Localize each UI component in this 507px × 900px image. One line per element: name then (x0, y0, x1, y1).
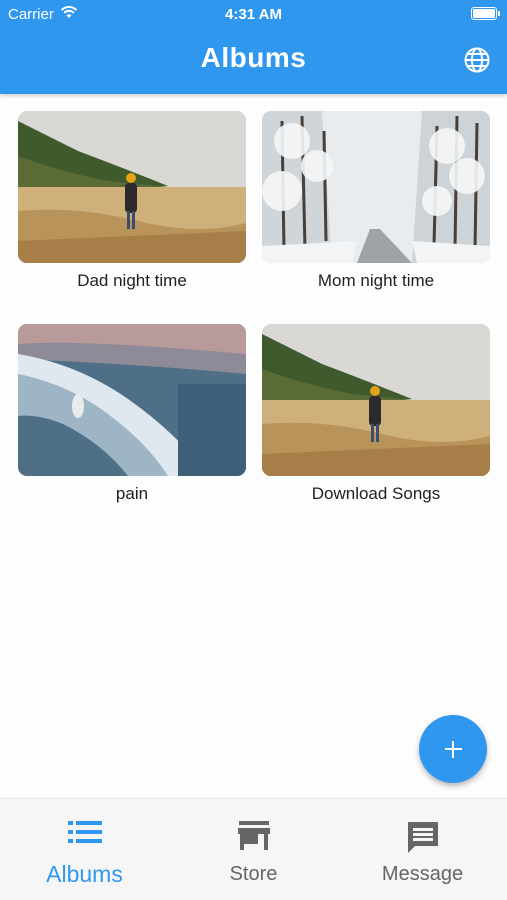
album-title: Mom night time (317, 271, 435, 290)
album-card-pain[interactable]: pain (18, 324, 246, 504)
message-icon (407, 822, 438, 853)
status-time: 4:31 AM (225, 6, 282, 23)
globe-icon[interactable] (463, 46, 491, 74)
page-title: Albums (200, 42, 307, 73)
album-card-mom-night-time[interactable]: Mom night time (262, 111, 490, 291)
album-card-download-songs[interactable]: Download Songs (262, 324, 490, 504)
list-icon (67, 821, 102, 843)
album-cover-image (262, 111, 490, 263)
nav-item-store[interactable]: Store (169, 799, 338, 900)
album-card-dad-night-time[interactable]: Dad night time (18, 111, 246, 291)
nav-label: Message (381, 863, 464, 885)
nav-label: Store (229, 863, 278, 885)
nav-item-albums[interactable]: Albums (0, 799, 169, 900)
status-bar: Carrier 4:31 AM (0, 0, 507, 28)
album-title: Download Songs (311, 484, 441, 503)
album-cover-image (262, 324, 490, 476)
add-album-button[interactable] (419, 715, 487, 783)
bottom-navigation: Albums Store Message (0, 798, 507, 900)
app-bar: Carrier 4:31 AM Albums (0, 0, 507, 94)
album-title: pain (115, 484, 149, 503)
nav-label: Albums (46, 861, 123, 887)
album-cover-image (18, 324, 246, 476)
nav-item-message[interactable]: Message (338, 799, 507, 900)
battery-icon (471, 7, 500, 20)
album-title: Dad night time (77, 271, 187, 290)
album-cover-image (18, 111, 246, 263)
store-icon (237, 821, 270, 850)
